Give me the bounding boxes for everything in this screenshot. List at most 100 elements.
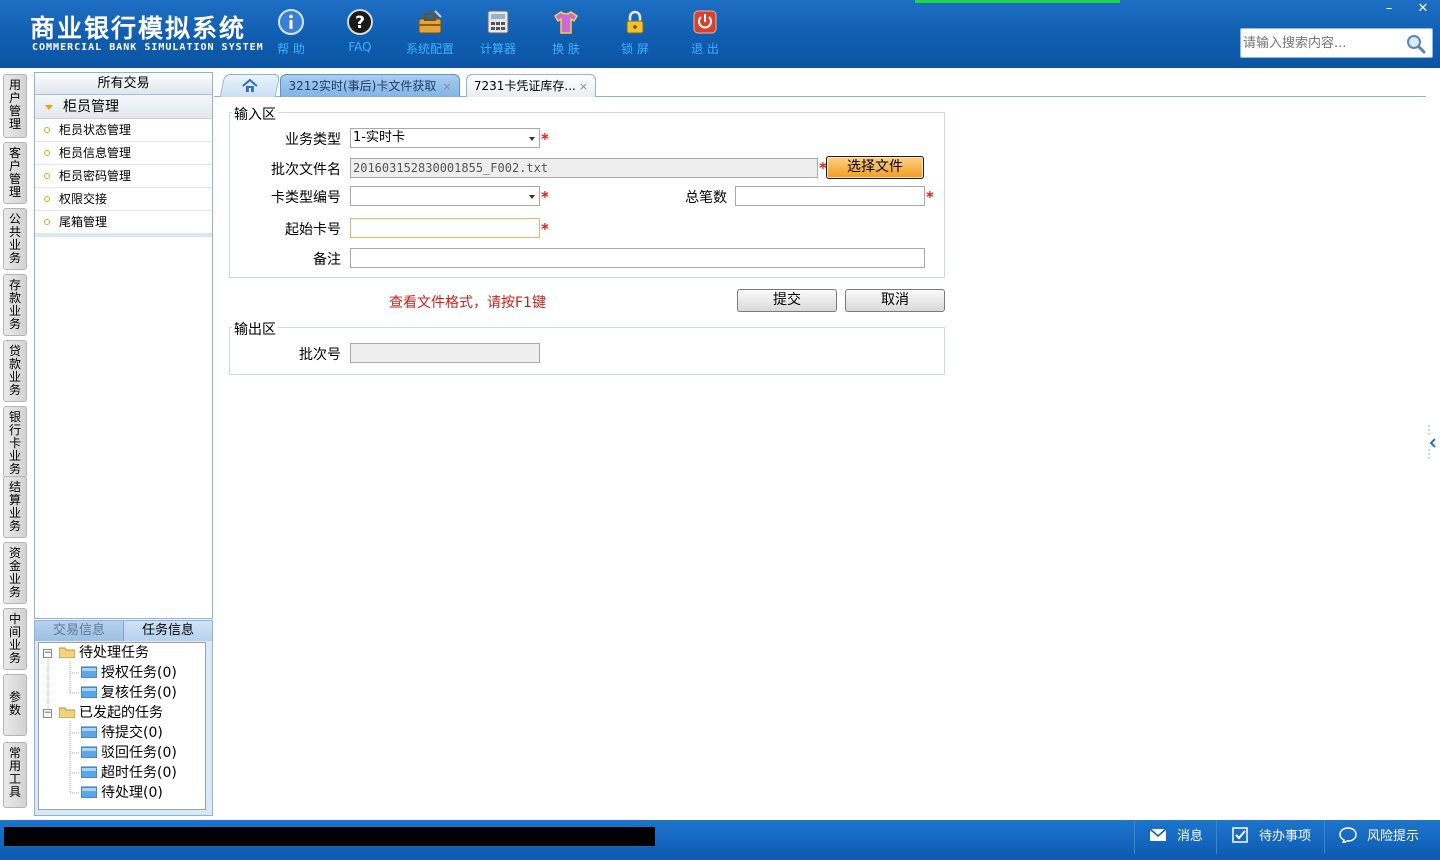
tab-task-info[interactable]: 任务信息 (124, 621, 212, 641)
vtab-deposit-business[interactable]: 存款业务 (3, 274, 27, 336)
tree-node-timeout[interactable]: 超时任务(0) (80, 763, 177, 783)
tab-label: 3212实时(事后)卡文件获取 (288, 79, 437, 93)
task-tree: − 待处理任务 授权任务(0) 复核任务(0) − 已发起的任务 待提交(0) … (38, 642, 206, 810)
status-message-area (4, 827, 655, 846)
logout-button[interactable]: 退 出 (670, 8, 740, 62)
collapse-toggle-initiated[interactable]: − (43, 709, 52, 718)
submit-button[interactable]: 提交 (737, 289, 837, 312)
lock-screen-button[interactable]: 锁 屏 (600, 8, 670, 62)
input-legend: 输入区 (232, 104, 278, 124)
nav-empty-area (35, 237, 212, 618)
checkbox-icon (1231, 823, 1249, 843)
nav-group-teller-management[interactable]: 柜员管理 (35, 95, 212, 119)
vtab-bank-card-business[interactable]: 银行卡业务 (3, 406, 27, 478)
transaction-form-area: 输入区 业务类型 1-实时卡 * 批次文件名 20160315283000185… (214, 97, 1426, 820)
choose-file-button[interactable]: 选择文件 (826, 156, 924, 179)
vtab-public-business[interactable]: 公共业务 (3, 208, 27, 270)
envelope-icon (1149, 823, 1167, 841)
bullet-icon (44, 219, 50, 225)
vtab-intermediary-business[interactable]: 中间业务 (3, 608, 27, 670)
tree-node-auth-tasks[interactable]: 授权任务(0) (80, 663, 177, 683)
tree-node-label: 待提交(0) (101, 725, 163, 741)
bullet-icon (44, 150, 50, 156)
tab-close-icon[interactable]: × (579, 80, 588, 93)
todo-button[interactable]: 待办事项 (1216, 820, 1324, 854)
close-window-button[interactable]: ✕ (1406, 0, 1440, 18)
help-button[interactable]: 帮 助 (256, 8, 326, 62)
business-type-select[interactable]: 1-实时卡 (350, 128, 540, 148)
logout-label: 退 出 (691, 42, 719, 56)
total-count-label: 总笔数 (685, 190, 727, 206)
output-legend: 输出区 (232, 319, 278, 339)
tree-node-label: 授权任务(0) (101, 665, 177, 681)
tree-node-rejected[interactable]: 驳回任务(0) (80, 743, 177, 763)
calculator-icon (484, 8, 512, 36)
todo-label: 待办事项 (1259, 829, 1312, 844)
required-mark: * (926, 188, 934, 206)
batch-file-input[interactable]: 201603152830001855_F002.txt (350, 158, 818, 178)
risk-alert-button[interactable]: 风险提示 (1324, 820, 1440, 854)
f1-format-hint: 查看文件格式，请按F1键 (389, 295, 546, 311)
nav-item-teller-password[interactable]: 柜员密码管理 (35, 165, 212, 188)
required-mark: * (541, 130, 549, 148)
folder-open-icon (58, 704, 76, 719)
faq-button[interactable]: ? FAQ (325, 8, 395, 62)
system-config-label: 系统配置 (405, 42, 454, 56)
tab-card-file-retrieval[interactable]: 3212实时(事后)卡文件获取 × (280, 74, 460, 97)
cancel-button[interactable]: 取消 (845, 289, 945, 312)
tab-home[interactable] (219, 74, 281, 97)
lock-screen-label: 锁 屏 (621, 42, 649, 56)
calculator-label: 计算器 (479, 42, 516, 56)
messages-button[interactable]: 消息 (1134, 820, 1216, 854)
vtab-user-management[interactable]: 用户管理 (3, 74, 27, 138)
change-skin-button[interactable]: 换 肤 (531, 8, 601, 62)
collapse-toggle-pending[interactable]: − (43, 649, 52, 658)
vtab-fund-business[interactable]: 资金业务 (3, 542, 27, 604)
document-tab-bar: 3212实时(事后)卡文件获取 × 7231卡凭证库存... × (214, 72, 1426, 97)
info-icon (277, 8, 305, 36)
total-count-input[interactable] (735, 186, 925, 206)
vtab-parameters[interactable]: 参数 (3, 674, 27, 736)
tab-transaction-info[interactable]: 交易信息 (35, 621, 124, 641)
tab-card-voucher-inventory[interactable]: 7231卡凭证库存... × (466, 74, 596, 97)
tree-node-review-tasks[interactable]: 复核任务(0) (80, 683, 177, 703)
nav-item-teller-info[interactable]: 柜员信息管理 (35, 142, 212, 165)
expand-arrow-icon (45, 105, 53, 110)
dropdown-arrow-icon (529, 195, 535, 199)
tree-node-to-process[interactable]: 待处理(0) (80, 783, 163, 803)
required-mark: * (541, 188, 549, 206)
business-type-label: 业务类型 (285, 132, 341, 148)
tree-node-to-submit[interactable]: 待提交(0) (80, 723, 163, 743)
svg-text:?: ? (355, 13, 365, 33)
vtab-settlement-business[interactable]: 结算业务 (3, 476, 27, 538)
search-icon[interactable] (1405, 33, 1427, 55)
vtab-loan-business[interactable]: 贷款业务 (3, 340, 27, 402)
tab-close-icon[interactable]: × (442, 80, 451, 93)
start-card-no-input[interactable] (350, 218, 540, 238)
search-input[interactable] (1243, 34, 1403, 52)
tree-node-label: 复核任务(0) (101, 685, 177, 701)
tree-node-pending[interactable]: 待处理任务 (58, 643, 149, 663)
folder-open-icon (58, 644, 76, 659)
vtab-common-tools[interactable]: 常用工具 (3, 742, 27, 808)
question-icon: ? (346, 8, 374, 36)
progress-strip (915, 0, 1120, 3)
remark-input[interactable] (350, 248, 925, 268)
business-type-value: 1-实时卡 (353, 130, 405, 145)
tab-label: 7231卡凭证库存... (473, 79, 576, 93)
calculator-button[interactable]: 计算器 (463, 8, 533, 62)
right-panel-toggle[interactable] (1428, 425, 1438, 461)
nav-item-tail-box[interactable]: 尾箱管理 (35, 211, 212, 234)
toolbox-icon (416, 8, 444, 36)
system-config-button[interactable]: 系统配置 (395, 8, 465, 62)
start-card-no-label: 起始卡号 (285, 222, 341, 238)
folder-icon (80, 784, 98, 799)
nav-item-permission-handover[interactable]: 权限交接 (35, 188, 212, 211)
vtab-customer-management[interactable]: 客户管理 (3, 142, 27, 204)
nav-item-teller-status[interactable]: 柜员状态管理 (35, 119, 212, 142)
nav-header: 所有交易 (35, 73, 212, 95)
bullet-icon (44, 196, 50, 202)
tree-node-initiated[interactable]: 已发起的任务 (58, 703, 163, 723)
minimize-button[interactable]: – (1372, 0, 1406, 18)
card-type-code-select[interactable] (350, 186, 540, 206)
